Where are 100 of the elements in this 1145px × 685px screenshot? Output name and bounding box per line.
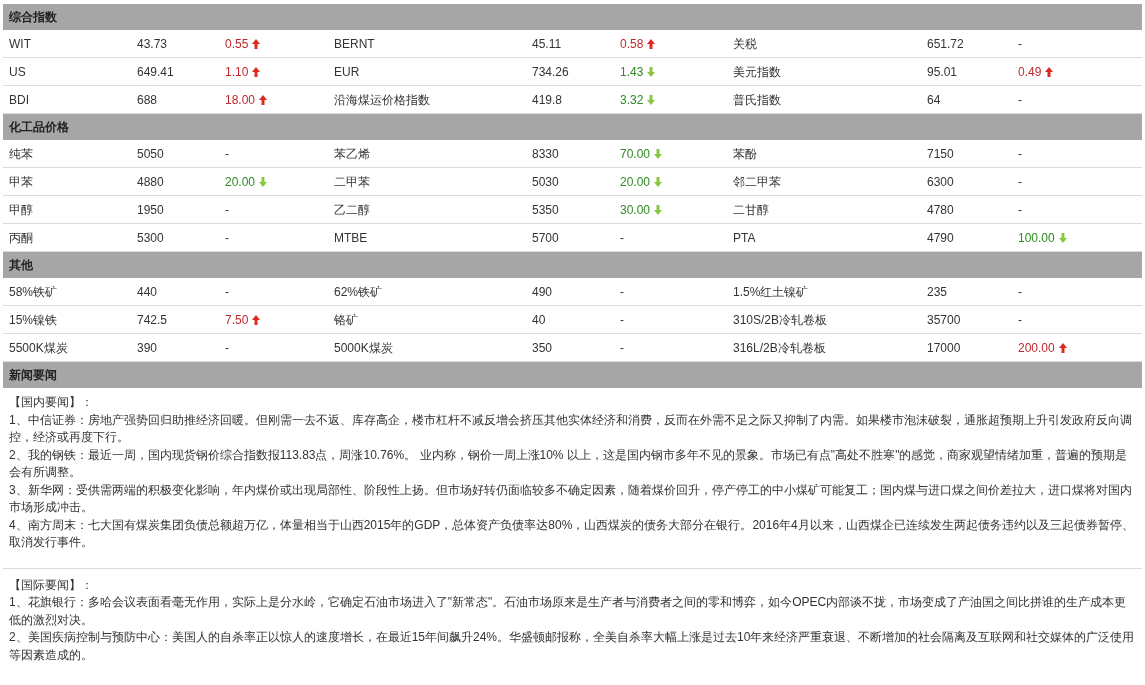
item-change: - [1018,91,1022,109]
section-header: 新闻要闻 [3,362,1142,388]
item-value: 5700 [532,230,559,245]
item-name: 美元指数 [733,64,781,79]
item-change: 100.00 [1018,229,1055,247]
news-item: 2、美国疾病控制与预防中心：美国人的自杀率正以惊人的速度增长，在最近15年间飙升24%。华盛顿邮报称，全美自杀率大幅上涨是过去10年来经济严重衰退、不断增加的社会隔离及互联网和社交媒体的广泛使用等因素造成的。 [9,629,1136,664]
item-name: 58%铁矿 [9,284,58,299]
item-value: 419.8 [532,92,563,107]
item-change: - [1018,173,1022,191]
item-change: - [1018,35,1022,53]
item-name: 15%镍铁 [9,312,58,327]
section-header: 化工品价格 [3,114,1142,140]
item-name: 316L/2B冷轧卷板 [733,340,826,355]
item-change: 0.49 [1018,63,1042,81]
item-name: 62%铁矿 [334,284,383,299]
item-change: 0.55 [225,35,249,53]
item-change: - [225,283,229,301]
item-value: 440 [137,284,158,299]
item-name: 乙二醇 [334,202,370,217]
item-value: 8330 [532,146,559,161]
item-value: 390 [137,340,158,355]
item-value: 40 [532,312,546,327]
item-value: 734.26 [532,64,569,79]
item-value: 1950 [137,202,164,217]
item-change: - [620,311,624,329]
item-value: 64 [927,92,941,107]
item-value: 43.73 [137,36,168,51]
item-change: 30.00 [620,201,651,219]
news-item: 2、我的钢铁：最近一周，国内现货钢价综合指数报113.83点，周涨10.76%。 业内称，钢价一周上涨10% 以上，这是国内钢市多年不见的景象。市场已有点"高处不胜寒"的感觉，商家观望情绪加重，普遍的预期是会有所调整。 [9,446,1129,481]
item-value: 5300 [137,230,164,245]
item-name: PTA [733,230,756,245]
item-name: BERNT [334,36,375,51]
item-value: 45.11 [532,36,562,51]
news-heading: 【国内要闻】： [9,394,94,411]
item-name: 5500K煤炭 [9,340,68,355]
item-name: US [9,64,26,79]
item-name: 丙酮 [9,230,33,245]
section-header: 其他 [3,252,1142,278]
item-name: 沿海煤运价格指数 [334,92,430,107]
item-change: - [225,229,229,247]
item-change: - [1018,283,1022,301]
item-name: 甲醇 [9,202,33,217]
news-item: 1、花旗银行：多哈会议表面看毫无作用，实际上是分水岭，它确定石油市场进入了"新常态"。石油市场原来是生产者与消费者之间的零和博弈，如今OPEC内部谈不拢，市场变成了产油国之间比拼谁的生产成本更低的激烈对决。 [9,594,1128,629]
item-value: 5350 [532,202,559,217]
item-change: 200.00 [1018,339,1055,357]
item-name: EUR [334,64,360,79]
section-header: 综合指数 [3,4,1142,30]
item-change: 20.00 [620,173,651,191]
item-value: 742.5 [137,312,168,327]
item-name: 邻二甲苯 [733,174,781,189]
item-change: - [225,339,229,357]
item-change: - [620,229,624,247]
item-value: 5030 [532,174,559,189]
item-change: 70.00 [620,145,651,163]
item-value: 35700 [927,312,961,327]
item-change: 1.43 [620,63,644,81]
item-change: 7.50 [225,311,249,329]
item-change: - [620,283,624,301]
item-name: 苯乙烯 [334,146,370,161]
item-change: 18.00 [225,91,256,109]
item-name: 二甘醇 [733,202,769,217]
item-change: 3.32 [620,91,644,109]
item-change: 20.00 [225,173,256,191]
item-change: 0.58 [620,35,644,53]
item-value: 6300 [927,174,954,189]
item-value: 688 [137,92,158,107]
item-value: 490 [532,284,553,299]
item-value: 350 [532,340,553,355]
item-change: - [1018,201,1022,219]
item-name: BDI [9,92,29,107]
item-change: - [225,145,229,163]
news-heading: 【国际要闻】： [9,576,94,594]
item-name: 310S/2B冷轧卷板 [733,312,828,327]
item-change: 1.10 [225,63,249,81]
item-value: 4790 [927,230,954,245]
item-name: 苯酚 [733,146,757,161]
item-value: 651.72 [927,36,964,51]
item-change: - [225,201,229,219]
item-change: - [620,339,624,357]
item-value: 4880 [137,174,164,189]
item-name: 铬矿 [334,312,358,327]
item-name: 普氏指数 [733,92,781,107]
item-value: 5050 [137,146,164,161]
item-value: 95.01 [927,64,958,79]
item-value: 235 [927,284,948,299]
item-value: 7150 [927,146,954,161]
news-item: 1、中信证券：房地产强势回归助推经济回暖。但刚需一去不返、库存高企，楼市杠杆不减反增会挤压其他实体经济和消费，反而在外需不足之际又抑制了内需。如果楼市泡沫破裂，通胀超预期上升引发政府反向调控，经济或再度下行。 [9,411,1133,446]
item-name: 5000K煤炭 [334,340,393,355]
item-value: 649.41 [137,64,174,79]
item-name: WIT [9,36,31,51]
item-value: 4780 [927,202,954,217]
news-item: 3、新华网：受供需两端的积极变化影响，年内煤价或出现局部性、阶段性上扬。但市场好转仍面临较多不确定因素，随着煤价回升，停产停工的中小煤矿可能复工；国内煤与进口煤之间价差拉大，进口煤将对国内市场形成冲击。 [9,481,1133,516]
item-value: 17000 [927,340,961,355]
item-change: - [1018,311,1022,329]
item-name: 甲苯 [9,174,33,189]
item-change: - [1018,145,1022,163]
item-name: MTBE [334,230,368,245]
item-name: 纯苯 [9,146,33,161]
item-name: 1.5%红土镍矿 [733,284,809,299]
news-item: 4、南方周末：七大国有煤炭集团负债总额超万亿，体量相当于山西2015年的GDP，总体资产负债率达80%，山西煤炭的债务大部分在银行。2016年4月以来，山西煤企已连续发生两起债务违约以及三起债券暂停、取消发行事件。 [9,516,1135,551]
